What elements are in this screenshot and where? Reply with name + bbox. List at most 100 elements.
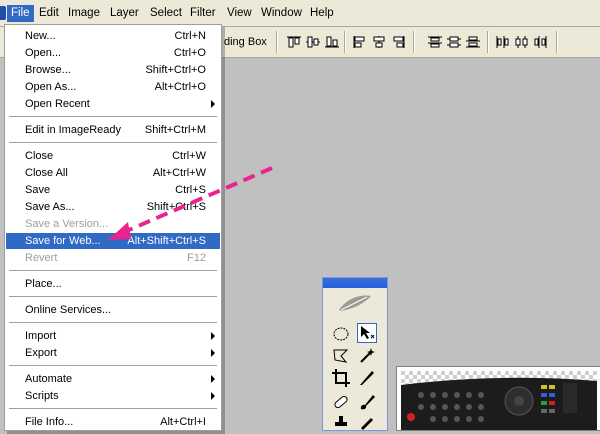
menu-item-shortcut: Alt+Shift+Ctrl+S bbox=[127, 235, 206, 247]
distribute-right-icon[interactable] bbox=[533, 35, 549, 49]
lasso-tool-icon[interactable] bbox=[331, 346, 351, 366]
menu-item-shortcut: Shift+Ctrl+M bbox=[144, 124, 206, 136]
menu-separator bbox=[9, 408, 217, 409]
menu-item-label: Place... bbox=[25, 278, 62, 290]
menu-item-label: Open... bbox=[25, 47, 62, 59]
menu-item-label: Open As... bbox=[25, 81, 77, 93]
submenu-arrow-icon bbox=[211, 332, 215, 340]
menu-item-online-services[interactable]: Online Services... bbox=[6, 302, 220, 318]
file-menu-dropdown: New... Ctrl+N Open... Ctrl+O Browse... S… bbox=[4, 24, 222, 431]
menu-item-label: Import bbox=[25, 330, 57, 342]
distribute-hcenter-icon[interactable] bbox=[514, 35, 530, 49]
menu-item-shortcut: Shift+Ctrl+O bbox=[145, 64, 206, 76]
menu-item-open[interactable]: Open... Ctrl+O bbox=[6, 45, 220, 61]
align-vcenter-icon[interactable] bbox=[305, 35, 321, 49]
menu-file[interactable]: File bbox=[7, 5, 34, 22]
align-hcenter-icon[interactable] bbox=[371, 35, 387, 49]
magic-wand-icon[interactable] bbox=[357, 346, 377, 366]
menu-bar: File Edit Image Layer Select Filter View… bbox=[0, 0, 600, 27]
menu-item-open-as[interactable]: Open As... Alt+Ctrl+O bbox=[6, 79, 220, 95]
menu-item-shortcut: Alt+Ctrl+I bbox=[160, 416, 206, 428]
menu-select[interactable]: Select bbox=[146, 5, 186, 22]
menu-item-close[interactable]: Close Ctrl+W bbox=[6, 148, 220, 164]
menu-edit[interactable]: Edit bbox=[35, 5, 63, 22]
menu-window[interactable]: Window bbox=[257, 5, 306, 22]
menu-item-label: Edit in ImageReady bbox=[25, 124, 121, 136]
menu-item-save[interactable]: Save Ctrl+S bbox=[6, 182, 220, 198]
toolbar-separator bbox=[487, 31, 489, 53]
submenu-arrow-icon bbox=[211, 100, 215, 108]
menu-item-open-recent[interactable]: Open Recent bbox=[6, 96, 220, 112]
align-bottom-icon[interactable] bbox=[324, 35, 340, 49]
tools-palette bbox=[322, 277, 388, 431]
menu-item-close-all[interactable]: Close All Alt+Ctrl+W bbox=[6, 165, 220, 181]
menu-item-label: Save bbox=[25, 184, 51, 196]
menu-item-label: Revert bbox=[25, 252, 58, 264]
menu-item-shortcut: Shift+Ctrl+S bbox=[146, 201, 206, 213]
align-right-icon[interactable] bbox=[390, 35, 406, 49]
menu-view[interactable]: View bbox=[223, 5, 256, 22]
move-tool-icon[interactable] bbox=[357, 323, 377, 343]
menu-item-label: Save As... bbox=[25, 201, 75, 213]
menu-item-label: New... bbox=[25, 30, 56, 42]
submenu-arrow-icon bbox=[211, 375, 215, 383]
marquee-tool-icon[interactable] bbox=[331, 324, 351, 344]
history-brush-icon[interactable] bbox=[357, 414, 377, 434]
brush-tool-icon[interactable] bbox=[357, 392, 377, 412]
menu-item-shortcut: Ctrl+S bbox=[175, 184, 206, 196]
menu-item-new[interactable]: New... Ctrl+N bbox=[6, 28, 220, 44]
menu-filter[interactable]: Filter bbox=[186, 5, 220, 22]
menu-item-label: Browse... bbox=[25, 64, 71, 76]
tools-palette-titlebar[interactable] bbox=[323, 278, 387, 288]
menu-layer[interactable]: Layer bbox=[106, 5, 143, 22]
app-icon bbox=[0, 6, 6, 20]
menu-separator bbox=[9, 116, 217, 117]
menu-separator bbox=[9, 270, 217, 271]
menu-item-shortcut: Alt+Ctrl+W bbox=[152, 167, 206, 179]
toolbar-separator bbox=[344, 31, 346, 53]
menu-item-label: Close bbox=[25, 150, 54, 162]
feather-logo-icon bbox=[339, 295, 371, 311]
menu-separator bbox=[9, 322, 217, 323]
menu-item-save-for-web[interactable]: Save for Web... Alt+Shift+Ctrl+S bbox=[6, 233, 220, 249]
menu-item-label: Open Recent bbox=[25, 98, 90, 110]
menu-item-label: Online Services... bbox=[25, 304, 112, 316]
menu-image[interactable]: Image bbox=[64, 5, 104, 22]
menu-item-edit-imageready[interactable]: Edit in ImageReady Shift+Ctrl+M bbox=[6, 122, 220, 138]
menu-item-automate[interactable]: Automate bbox=[6, 371, 220, 387]
menu-item-shortcut: Ctrl+O bbox=[173, 47, 206, 59]
toolbar-separator bbox=[413, 31, 415, 53]
remote-control-image-icon bbox=[401, 371, 597, 430]
menu-item-import[interactable]: Import bbox=[6, 328, 220, 344]
menu-item-save-version[interactable]: Save a Version... bbox=[6, 216, 220, 232]
clone-stamp-icon[interactable] bbox=[331, 414, 351, 434]
align-top-icon[interactable] bbox=[286, 35, 302, 49]
menu-item-label: Close All bbox=[25, 167, 68, 179]
menu-item-label: Export bbox=[25, 347, 57, 359]
crop-tool-icon[interactable] bbox=[331, 368, 351, 388]
menu-item-shortcut: Alt+Ctrl+O bbox=[154, 81, 206, 93]
menu-item-place[interactable]: Place... bbox=[6, 276, 220, 292]
distribute-vcenter-icon[interactable] bbox=[446, 35, 462, 49]
submenu-arrow-icon bbox=[211, 349, 215, 357]
distribute-bottom-icon[interactable] bbox=[465, 35, 481, 49]
menu-separator bbox=[9, 296, 217, 297]
menu-help[interactable]: Help bbox=[306, 5, 338, 22]
menu-item-scripts[interactable]: Scripts bbox=[6, 388, 220, 404]
menu-item-label: Automate bbox=[25, 373, 73, 385]
menu-item-save-as[interactable]: Save As... Shift+Ctrl+S bbox=[6, 199, 220, 215]
healing-brush-icon[interactable] bbox=[331, 392, 351, 412]
bounding-box-label[interactable]: ding Box bbox=[224, 36, 267, 48]
submenu-arrow-icon bbox=[211, 392, 215, 400]
menu-item-revert[interactable]: Revert F12 bbox=[6, 250, 220, 266]
slice-tool-icon[interactable] bbox=[357, 368, 377, 388]
menu-item-shortcut: Ctrl+W bbox=[172, 150, 206, 162]
menu-item-browse[interactable]: Browse... Shift+Ctrl+O bbox=[6, 62, 220, 78]
distribute-top-icon[interactable] bbox=[427, 35, 443, 49]
menu-item-export[interactable]: Export bbox=[6, 345, 220, 361]
distribute-left-icon[interactable] bbox=[495, 35, 511, 49]
align-left-icon[interactable] bbox=[352, 35, 368, 49]
menu-item-file-info[interactable]: File Info... Alt+Ctrl+I bbox=[6, 414, 220, 430]
menu-item-label: Scripts bbox=[25, 390, 59, 402]
document-window[interactable] bbox=[396, 366, 600, 431]
